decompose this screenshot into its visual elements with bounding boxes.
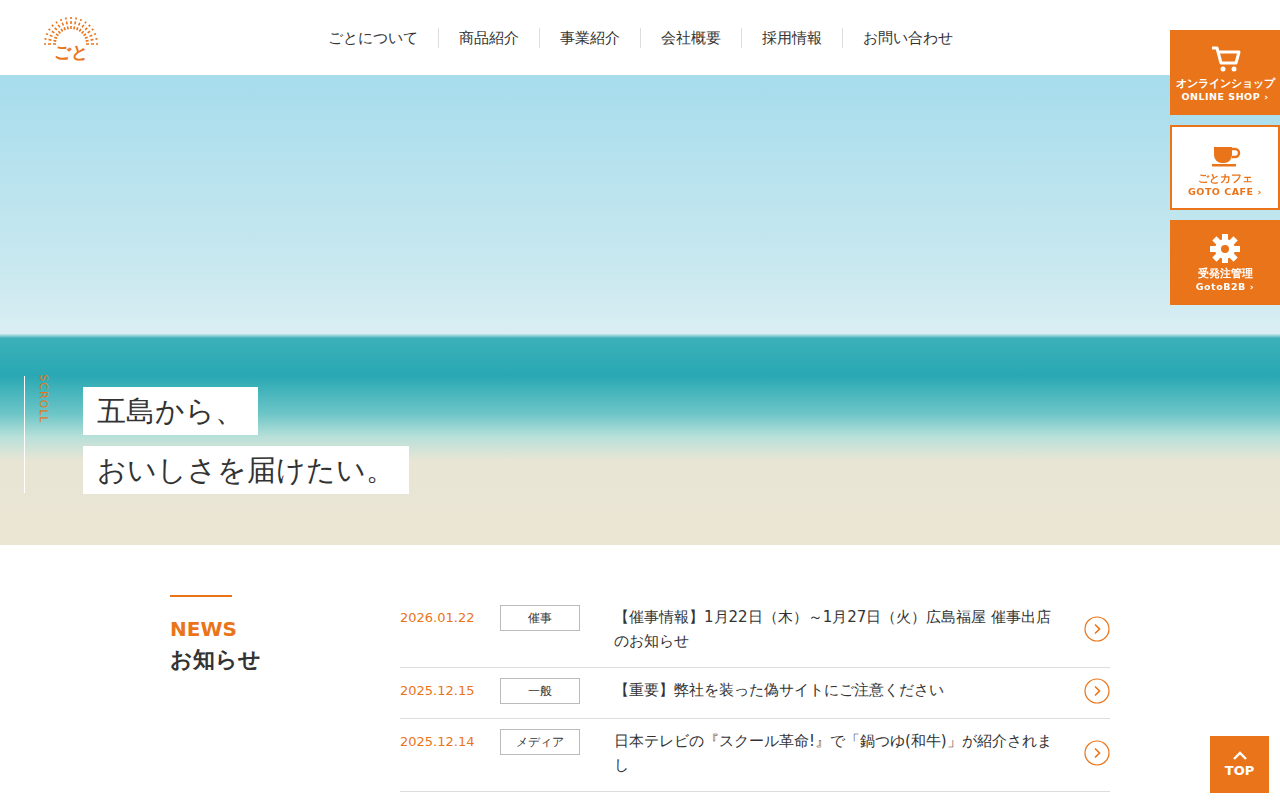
news-category[interactable]: 一般 <box>500 678 580 704</box>
chevron-icon[interactable]: › <box>1264 90 1268 103</box>
chevron-up-icon <box>1232 751 1248 761</box>
news-category[interactable]: 催事 <box>500 605 580 631</box>
top-button[interactable]: TOP <box>1210 736 1269 793</box>
cart-icon <box>1209 43 1241 73</box>
hero-headline: 五島から、 <box>83 387 258 435</box>
side-link-sub[interactable]: GOTO CAFE <box>1188 185 1254 198</box>
news-category[interactable]: メディア <box>500 729 580 755</box>
nav-item[interactable]: 会社概要 <box>640 28 741 48</box>
news-title[interactable]: 日本テレビの『スクール革命!』で「鍋つゆ(和牛)」が紹介されまし <box>614 729 1060 777</box>
news-item[interactable]: 2025.12.14メディア 日本テレビの『スクール革命!』で「鍋つゆ(和牛)」が… <box>400 719 1110 792</box>
logo[interactable]: ごと <box>38 14 104 61</box>
nav-item[interactable]: お問い合わせ <box>842 28 973 48</box>
news-section: NEWS お知らせ2026.01.22催事 【催事情報】1月22日（木）～1月27日… <box>170 545 1110 800</box>
arrow-circle-icon <box>1084 616 1110 642</box>
side-links: オンラインショップONLINE SHOP›ごとカフェGOTO CAFE›受発注管… <box>1170 30 1280 315</box>
side-link-label[interactable]: 受発注管理 <box>1198 267 1253 280</box>
hero-headline: おいしさを届けたい。 <box>83 446 409 494</box>
news-item[interactable]: 2025.12.15一般 【重要】弊社を装った偽サイトにご注意ください <box>400 668 1110 719</box>
side-link-label[interactable]: オンラインショップ <box>1176 77 1275 90</box>
nav-item[interactable]: ごとについて <box>308 28 438 48</box>
sunburst-icon <box>40 14 102 46</box>
cup-icon <box>1209 138 1241 168</box>
news-heading: お知らせ <box>170 645 400 675</box>
gear-icon <box>1209 233 1241 263</box>
main-nav: ごとについて商品紹介事業紹介会社概要採用情報お問い合わせ <box>308 28 973 48</box>
news-heading-en: NEWS <box>170 617 400 641</box>
top-label[interactable]: TOP <box>1225 764 1254 778</box>
logo-text[interactable]: ごと <box>54 44 88 61</box>
news-title[interactable]: 【重要】弊社を装った偽サイトにご注意ください <box>614 678 1060 702</box>
heading-bar <box>170 595 232 597</box>
news-item[interactable]: 2026.01.22催事 【催事情報】1月22日（木）～1月27日（火）広島福屋 … <box>400 595 1110 668</box>
side-link[interactable]: ごとカフェGOTO CAFE › <box>1170 125 1280 210</box>
nav-item[interactable]: 商品紹介 <box>438 28 539 48</box>
side-link-label[interactable]: ごとカフェ <box>1198 172 1253 185</box>
arrow-circle-icon <box>1084 678 1110 704</box>
side-link-sub[interactable]: GotoB2B <box>1196 280 1246 293</box>
news-date[interactable]: 2025.12.15 <box>400 678 500 701</box>
side-link[interactable]: 受発注管理GotoB2B › <box>1170 220 1280 305</box>
side-link[interactable]: オンラインショップONLINE SHOP › <box>1170 30 1280 115</box>
scroll-label[interactable]: SCROLL <box>35 374 52 434</box>
chevron-icon[interactable]: › <box>1250 280 1254 293</box>
news-list: 2026.01.22催事 【催事情報】1月22日（木）～1月27日（火）広島福屋 … <box>400 595 1110 792</box>
hero-photo: 五島から、おいしさを届けたい。 SCROLL <box>0 75 1280 545</box>
nav-item[interactable]: 事業紹介 <box>539 28 640 48</box>
nav-item[interactable]: 採用情報 <box>741 28 842 48</box>
site-header: ごと ごとについて商品紹介事業紹介会社概要採用情報お問い合わせ <box>0 0 1280 75</box>
side-link-sub[interactable]: ONLINE SHOP <box>1181 90 1260 103</box>
arrow-circle-icon <box>1084 740 1110 766</box>
scroll-indicator[interactable]: SCROLL <box>24 376 54 493</box>
news-date[interactable]: 2026.01.22 <box>400 605 500 628</box>
news-title[interactable]: 【催事情報】1月22日（木）～1月27日（火）広島福屋 催事出店のお知らせ <box>614 605 1060 653</box>
news-date[interactable]: 2025.12.14 <box>400 729 500 752</box>
chevron-icon[interactable]: › <box>1258 185 1262 198</box>
